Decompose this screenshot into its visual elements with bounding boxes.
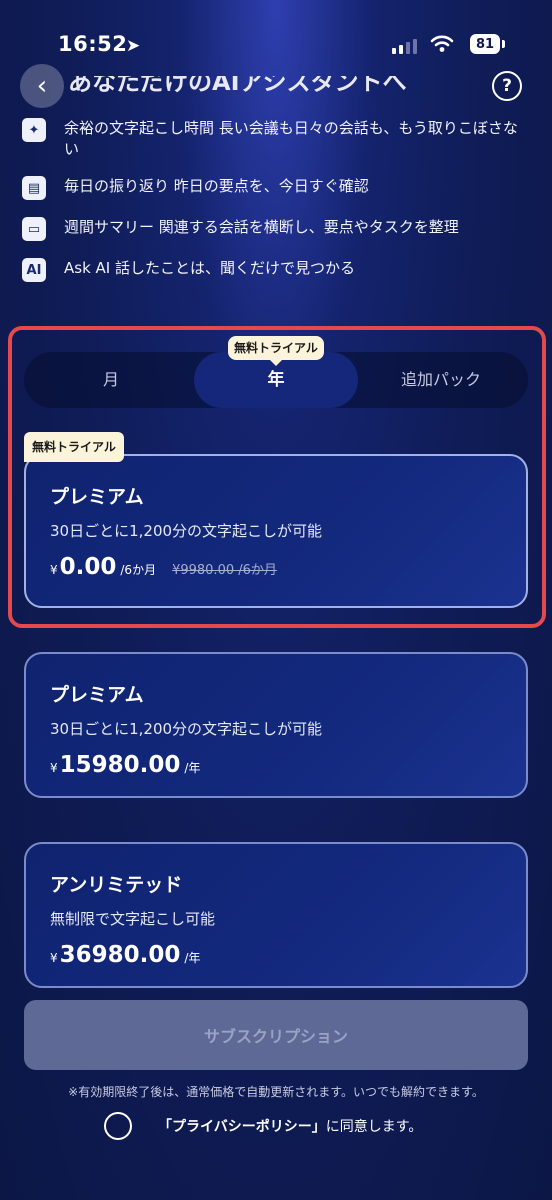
plan-card-premium-year[interactable]: プレミアム 30日ごとに1,200分の文字起こしが可能 ¥15980.00/年	[24, 652, 528, 798]
currency-symbol: ¥	[50, 951, 58, 965]
feature-ask-ai: AI Ask AI 話したことは、聞くだけで見つかる	[22, 258, 522, 282]
battery-cap	[502, 40, 505, 48]
chevron-left-icon: ‹	[36, 71, 48, 101]
status-time: 16:52	[58, 32, 128, 56]
calendar-icon: ▤	[22, 176, 46, 200]
wifi-icon	[430, 35, 454, 52]
price-amount: 36980.00	[59, 942, 181, 968]
plan-name: プレミアム	[50, 684, 144, 706]
plan-description: 30日ごとに1,200分の文字起こしが可能	[50, 720, 323, 738]
subscribe-button[interactable]: サブスクリプション	[24, 1000, 528, 1070]
cellular-signal-icon	[392, 38, 417, 54]
feature-weekly-summary: ▭ 週間サマリー 関連する会話を横断し、要点やタスクを整理	[22, 217, 522, 241]
price-amount: 15980.00	[59, 752, 181, 778]
help-button[interactable]: ?	[492, 71, 522, 101]
price-period: /年	[184, 951, 201, 965]
plan-name: アンリミテッド	[50, 874, 183, 896]
battery-level: 81	[475, 36, 495, 52]
battery-icon: 81	[470, 34, 500, 54]
feature-daily-review: ▤ 毎日の振り返り 昨日の要点を、今日すぐ確認	[22, 176, 522, 200]
currency-symbol: ¥	[50, 761, 58, 775]
feature-transcription: ✦ 余裕の文字起こし時間 長い会議も日々の会話も、もう取りこぼさない	[22, 118, 522, 160]
status-bar: 16:52 ➤ 81	[0, 30, 552, 60]
feature-text: 週間サマリー 関連する会話を横断し、要点やタスクを整理	[64, 218, 459, 236]
sparkle-icon: ✦	[22, 118, 46, 142]
plan-price: ¥15980.00/年	[50, 752, 200, 778]
page-title: あなただけのAIアシスタントへ	[68, 68, 407, 96]
renewal-note: ※有効期限終了後は、通常価格で自動更新されます。いつでも解約できます。	[68, 1085, 484, 1099]
agree-text: 「プライバシーポリシー」に同意します。	[158, 1116, 422, 1136]
privacy-policy-link[interactable]: 「プライバシーポリシー」	[158, 1119, 326, 1135]
price-period: /年	[184, 761, 201, 775]
location-arrow-icon: ➤	[126, 36, 141, 56]
privacy-agreement[interactable]: 「プライバシーポリシー」に同意します。	[104, 1112, 422, 1140]
plan-price: ¥36980.00/年	[50, 942, 200, 968]
plan-card-unlimited[interactable]: アンリミテッド 無制限で文字起こし可能 ¥36980.00/年	[24, 842, 528, 988]
agree-suffix: に同意します。	[325, 1119, 423, 1135]
feature-text: Ask AI 話したことは、聞くだけで見つかる	[64, 259, 355, 277]
chat-icon: ▭	[22, 217, 46, 241]
selection-highlight	[8, 326, 546, 628]
ai-icon: AI	[22, 258, 46, 282]
plan-description: 無制限で文字起こし可能	[50, 910, 216, 928]
question-icon: ?	[502, 76, 512, 96]
feature-text: 毎日の振り返り 昨日の要点を、今日すぐ確認	[64, 177, 369, 195]
agree-radio[interactable]	[104, 1112, 132, 1140]
back-button[interactable]: ‹	[20, 64, 64, 108]
feature-text: 余裕の文字起こし時間 長い会議も日々の会話も、もう取りこぼさない	[64, 119, 518, 158]
